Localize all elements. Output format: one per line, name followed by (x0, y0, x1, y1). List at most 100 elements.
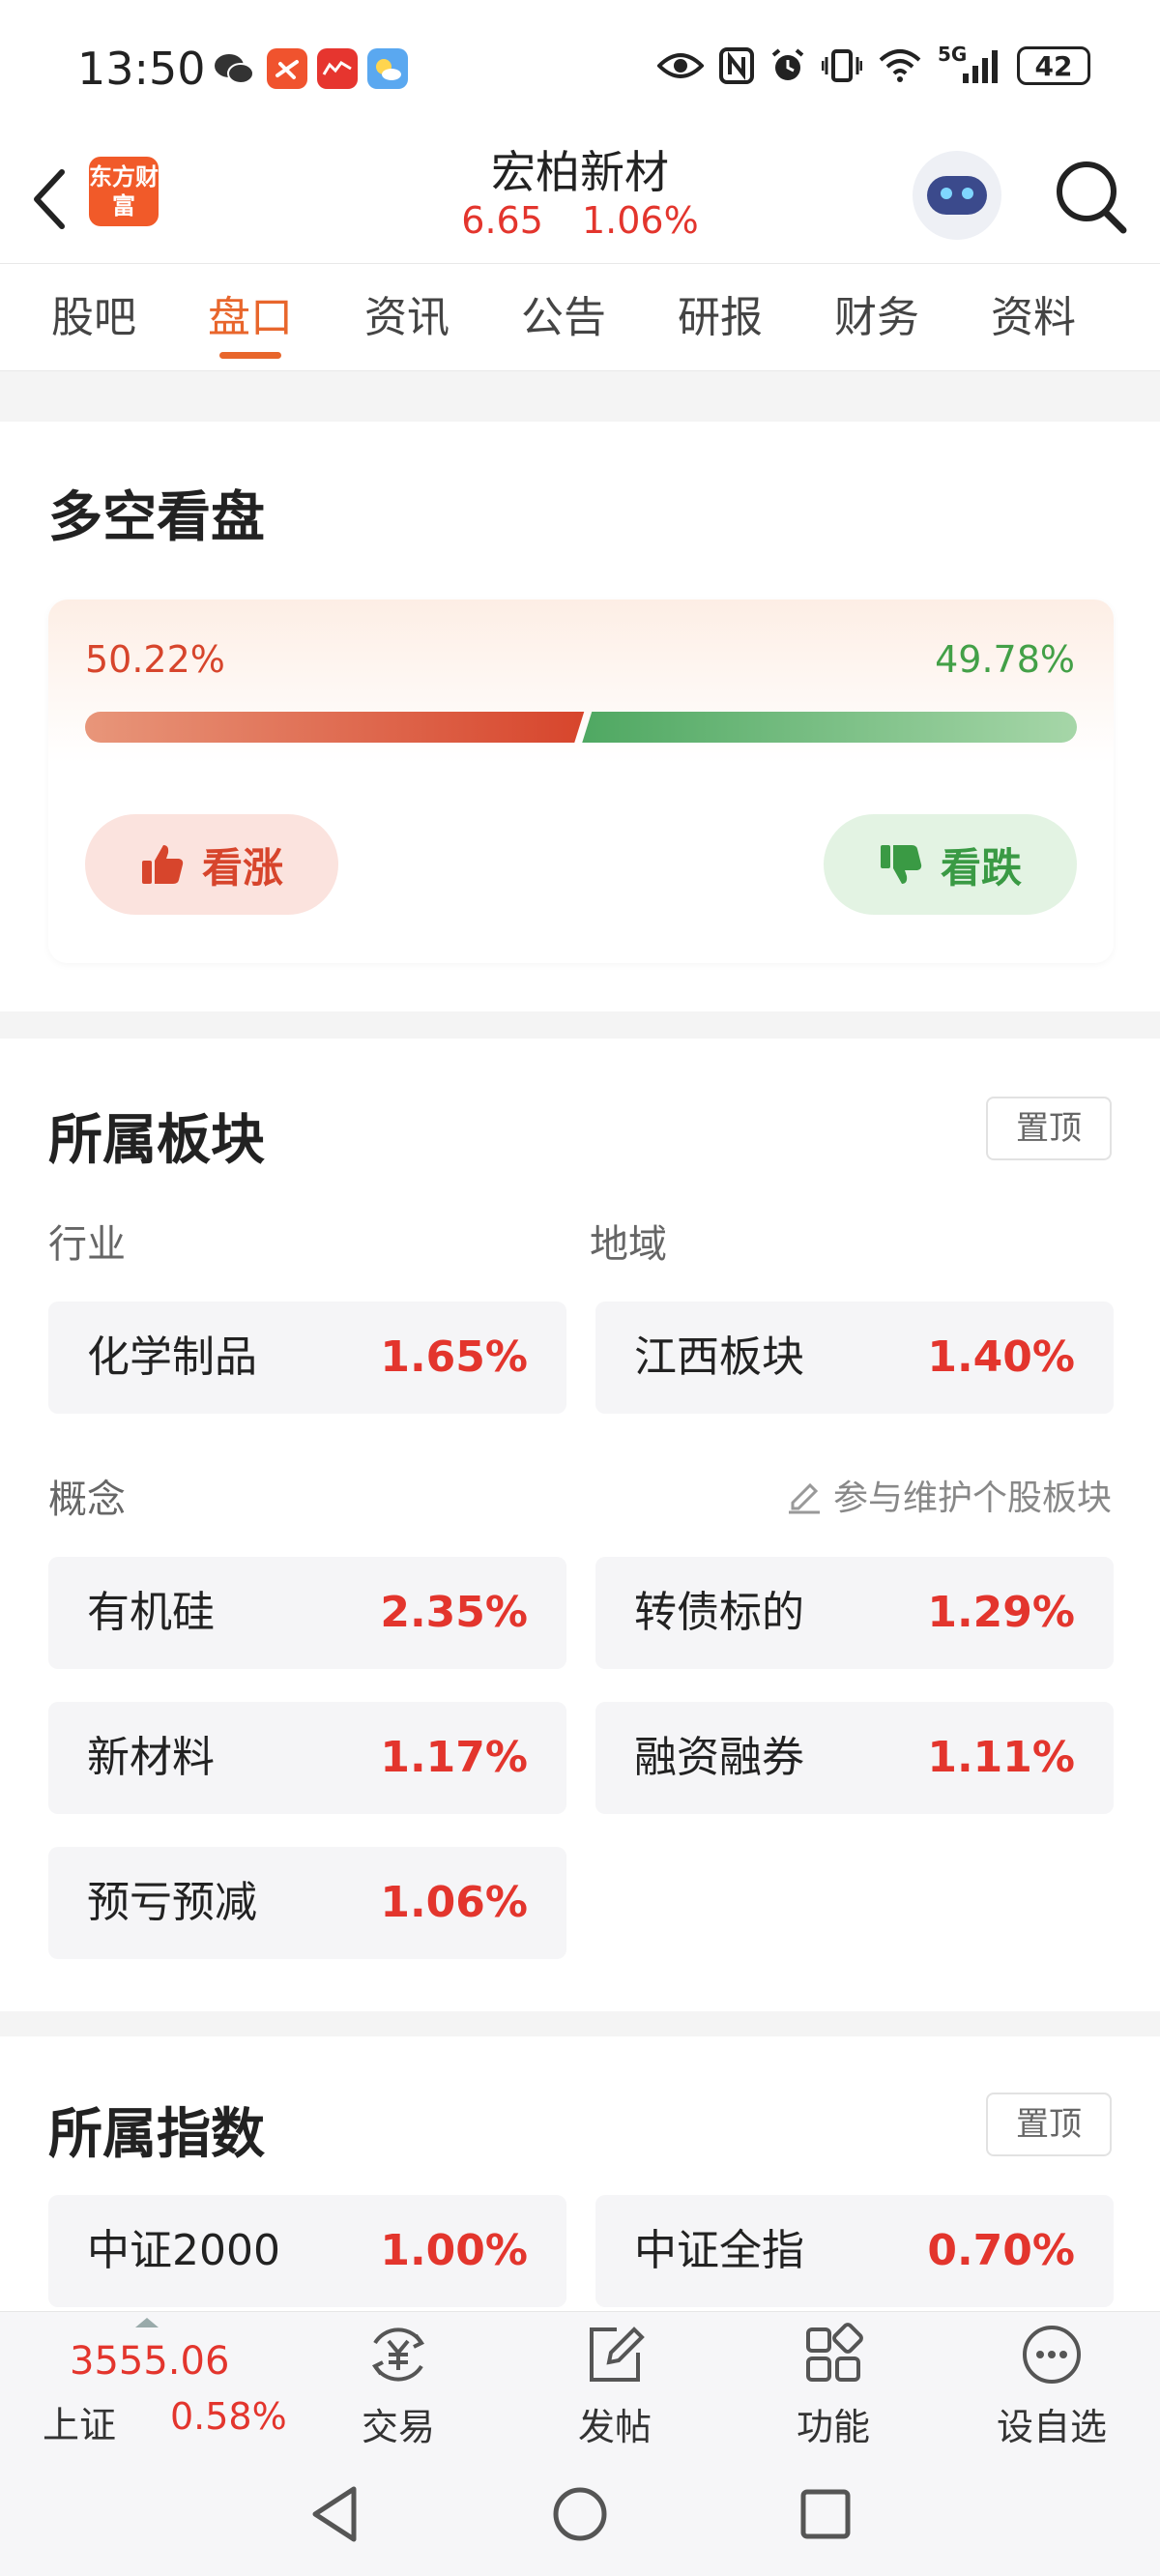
bull-bar (85, 712, 585, 743)
sentiment-title: 多空看盘 (48, 486, 265, 549)
sentiment-bar (85, 712, 1077, 743)
bullish-label: 看涨 (201, 843, 283, 892)
nav-post-label: 发帖 (577, 2406, 652, 2448)
sentiment-card: 多空看盘 50.22% 49.78% 看涨 看跌 (0, 422, 1160, 1011)
tab-announcements[interactable]: 公告 (485, 264, 642, 370)
stock-change: 1.06% (581, 199, 699, 242)
app-icon (267, 48, 307, 89)
nav-post[interactable]: 发帖 (547, 2322, 682, 2450)
sector-name: 化学制品 (87, 1332, 257, 1382)
nav-trade-label: 交易 (361, 2406, 435, 2448)
app-icon (317, 48, 358, 89)
concept-chip[interactable]: 新材料 1.17% (48, 1702, 566, 1814)
edit-icon (590, 2327, 645, 2382)
indices-title: 所属指数 (48, 2103, 265, 2166)
concept-change: 1.17% (380, 1733, 528, 1782)
bottom-toolbar: 3555.06 上证 0.58% 交易 发帖 功能 设自选 (0, 2311, 1160, 2452)
stock-price: 6.65 (461, 199, 543, 242)
tab-pankou[interactable]: 盘口 (172, 264, 329, 370)
sector-change: 1.65% (380, 1332, 528, 1382)
index-name: 中证全指 (634, 2226, 804, 2275)
more-icon (1023, 2326, 1081, 2384)
maintain-label: 参与维护个股板块 (832, 1478, 1112, 1518)
nfc-icon (719, 47, 754, 84)
home-nav-icon[interactable] (551, 2485, 609, 2543)
grid-icon (806, 2323, 863, 2382)
battery-level: 42 (1034, 49, 1073, 82)
concept-chip[interactable]: 转债标的 1.29% (595, 1557, 1114, 1669)
thumbs-down-icon (880, 845, 922, 884)
battery-icon: 42 (1017, 46, 1090, 85)
concept-name: 预亏预减 (87, 1878, 257, 1927)
edit-icon (788, 1482, 820, 1514)
bear-bar (582, 712, 1077, 743)
nav-functions[interactable]: 功能 (766, 2322, 901, 2450)
notification-icons (211, 48, 408, 89)
market-index-name: 上证 (43, 2404, 117, 2446)
sentiment-box: 50.22% 49.78% 看涨 看跌 (48, 600, 1114, 963)
maintain-sectors-link[interactable]: 参与维护个股板块 (785, 1470, 1112, 1520)
market-index-value: 3555.06 (70, 2339, 230, 2384)
concept-change: 2.35% (380, 1588, 528, 1637)
nav-trade[interactable]: 交易 (331, 2322, 466, 2450)
nav-functions-label: 功能 (796, 2406, 870, 2448)
concept-label: 概念 (48, 1478, 126, 1522)
tab-profile[interactable]: 资料 (955, 264, 1112, 370)
back-nav-icon[interactable] (307, 2483, 362, 2545)
concept-name: 新材料 (87, 1733, 215, 1782)
index-change: 1.00% (380, 2226, 528, 2275)
weather-icon (367, 48, 408, 89)
bear-percent: 49.78% (935, 638, 1075, 681)
index-change: 0.70% (927, 2226, 1075, 2275)
tab-financials[interactable]: 财务 (798, 264, 955, 370)
sector-chip-region[interactable]: 江西板块 1.40% (595, 1302, 1114, 1414)
bearish-label: 看跌 (940, 843, 1022, 892)
sector-name: 江西板块 (634, 1332, 804, 1382)
pin-top-button[interactable]: 置顶 (986, 1097, 1112, 1160)
index-name: 中证2000 (87, 2226, 280, 2275)
sectors-title: 所属板块 (48, 1109, 265, 1172)
sector-chip-industry[interactable]: 化学制品 1.65% (48, 1302, 566, 1414)
wifi-icon (879, 49, 921, 82)
indices-card: 所属指数 置顶 中证2000 1.00% 中证全指 0.70% (0, 2036, 1160, 2311)
bullish-button[interactable]: 看涨 (85, 814, 338, 915)
market-index-change: 0.58% (170, 2395, 287, 2438)
tab-news[interactable]: 资讯 (329, 264, 485, 370)
system-navigation-bar (0, 2452, 1160, 2576)
tab-bar: 股吧 盘口 资讯 公告 研报 财务 资料 (0, 263, 1160, 371)
concept-change: 1.11% (927, 1733, 1075, 1782)
concept-chip[interactable]: 融资融券 1.11% (595, 1702, 1114, 1814)
status-bar: 13:50 5G 42 (0, 0, 1160, 135)
pin-top-button[interactable]: 置顶 (986, 2093, 1112, 2156)
industry-label: 行业 (48, 1222, 126, 1267)
bearish-button[interactable]: 看跌 (824, 814, 1077, 915)
app-header: 东方财富 宏柏新材 6.65 1.06% (0, 135, 1160, 263)
signal-icon: 5G (938, 43, 1001, 85)
caret-up-icon (135, 2318, 159, 2327)
alarm-icon (771, 48, 804, 80)
vibrate-icon (822, 49, 862, 82)
search-icon[interactable] (1052, 155, 1129, 236)
concept-chip[interactable]: 有机硅 2.35% (48, 1557, 566, 1669)
wechat-icon (211, 48, 257, 89)
thumbs-up-icon (141, 845, 184, 884)
status-time: 13:50 (77, 43, 206, 95)
assistant-robot-icon[interactable] (913, 151, 1001, 240)
concept-name: 融资融券 (634, 1733, 804, 1782)
tab-research[interactable]: 研报 (642, 264, 798, 370)
recents-nav-icon[interactable] (798, 2487, 853, 2541)
yuan-cycle-icon (371, 2327, 425, 2382)
nav-add-watchlist[interactable]: 设自选 (984, 2322, 1119, 2450)
sector-change: 1.40% (927, 1332, 1075, 1382)
index-chip[interactable]: 中证全指 0.70% (595, 2195, 1114, 2307)
concept-name: 转债标的 (634, 1588, 804, 1637)
concept-change: 1.06% (380, 1878, 528, 1927)
concept-name: 有机硅 (87, 1588, 215, 1637)
nav-add-watchlist-label: 设自选 (996, 2406, 1107, 2448)
concept-chip[interactable]: 预亏预减 1.06% (48, 1847, 566, 1959)
concept-change: 1.29% (927, 1588, 1075, 1637)
tab-guba[interactable]: 股吧 (15, 264, 172, 370)
region-label: 地域 (590, 1222, 667, 1267)
sectors-card: 所属板块 置顶 行业 地域 化学制品 1.65% 江西板块 1.40% 概念 参… (0, 1039, 1160, 2011)
index-chip[interactable]: 中证2000 1.00% (48, 2195, 566, 2307)
